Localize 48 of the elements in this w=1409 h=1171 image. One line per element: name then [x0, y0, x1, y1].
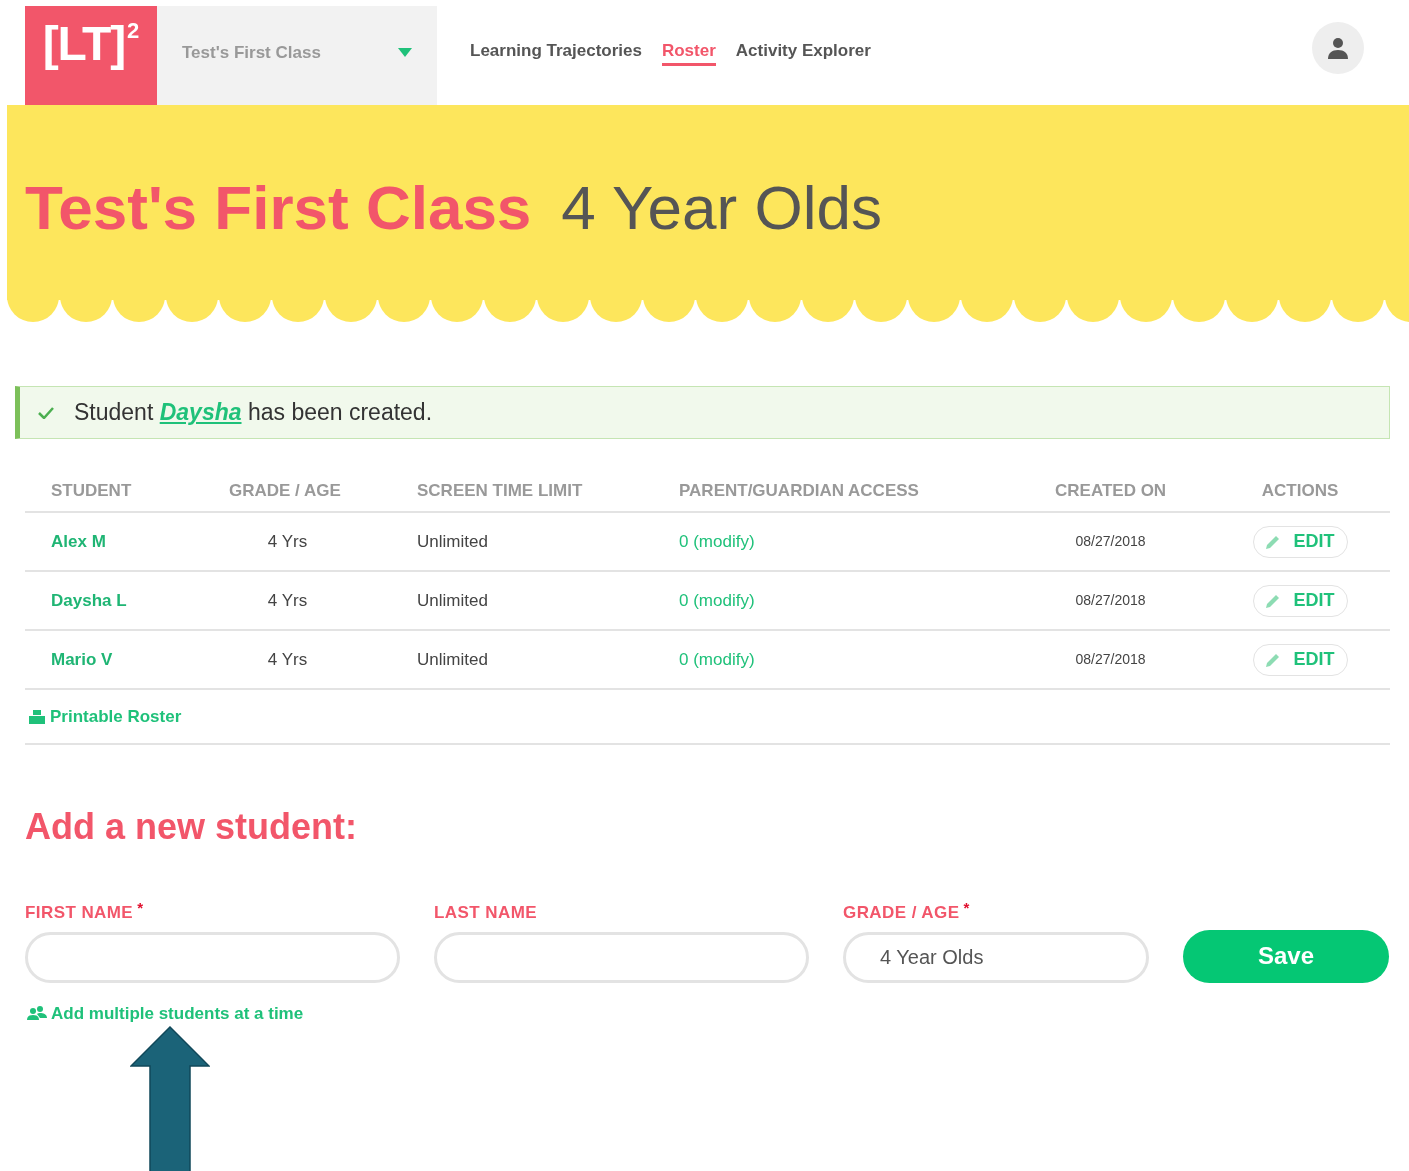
nav-tab[interactable]: Activity Explorer — [735, 37, 871, 64]
form-heading: Add a new student: — [25, 805, 358, 849]
caret-icon — [398, 48, 412, 57]
column-header: PARENT/GUARDIAN ACCESS — [679, 481, 919, 501]
nav-tab[interactable]: Learning Trajectories — [470, 37, 642, 64]
table-cell: Unlimited — [417, 590, 488, 610]
input-field[interactable]: 4 Year Olds — [843, 931, 1149, 983]
users-icon — [27, 1006, 47, 1021]
pencil-icon — [1265, 651, 1282, 668]
column-header: ACTIONS — [1261, 480, 1339, 503]
field-label: GRADE / AGE — [843, 902, 960, 924]
column-header: CREATED ON — [1055, 481, 1167, 501]
input-field[interactable] — [25, 931, 400, 983]
student-name[interactable]: Daysha L — [51, 590, 127, 610]
table-cell-text: 08/27/2018 — [1075, 591, 1146, 610]
save-button[interactable]: Save — [1183, 929, 1389, 983]
table-cell-text: 4 Yrs — [267, 648, 308, 671]
column-header: GRADE / AGE — [229, 481, 341, 501]
alert-message: Student Daysha has been created. — [74, 398, 433, 428]
student-name[interactable]: Mario V — [51, 649, 113, 669]
column-header: SCREEN TIME LIMIT — [417, 481, 583, 501]
access-link[interactable]: 0 (modify) — [679, 649, 755, 669]
class-title: Test's First Class — [25, 172, 532, 244]
table-cell: Unlimited — [417, 649, 488, 669]
required-asterisk: * — [963, 900, 970, 915]
class-subtitle: 4 Year Olds — [561, 172, 882, 244]
table-cell-text: 4 Yrs — [267, 530, 308, 553]
student-name[interactable]: Alex M — [51, 531, 106, 551]
table-cell-text: 08/27/2018 — [1075, 650, 1146, 669]
printer-icon — [29, 709, 45, 724]
nav-tab[interactable]: Roster — [661, 34, 716, 67]
student-link[interactable]: Daysha — [159, 399, 242, 426]
pencil-icon — [1265, 533, 1282, 550]
table-cell-text: 4 Yrs — [267, 589, 308, 612]
access-link[interactable]: 0 (modify) — [679, 531, 755, 551]
field-label: FIRST NAME — [25, 902, 134, 924]
column-header: STUDENT — [51, 481, 132, 501]
required-asterisk: * — [137, 900, 143, 915]
access-link[interactable]: 0 (modify) — [679, 590, 755, 610]
add-multiple-link[interactable]: Add multiple students at a time — [27, 1000, 304, 1026]
class-select[interactable]: Test's First Class — [157, 6, 437, 105]
pencil-icon — [1265, 592, 1282, 609]
check-icon — [38, 406, 54, 419]
input-field[interactable] — [434, 931, 809, 983]
table-cell: Unlimited — [417, 531, 488, 551]
table-cell-text: 08/27/2018 — [1075, 532, 1146, 551]
field-label: LAST NAME — [434, 902, 537, 924]
printable-roster-link[interactable]: Printable Roster — [29, 703, 182, 730]
